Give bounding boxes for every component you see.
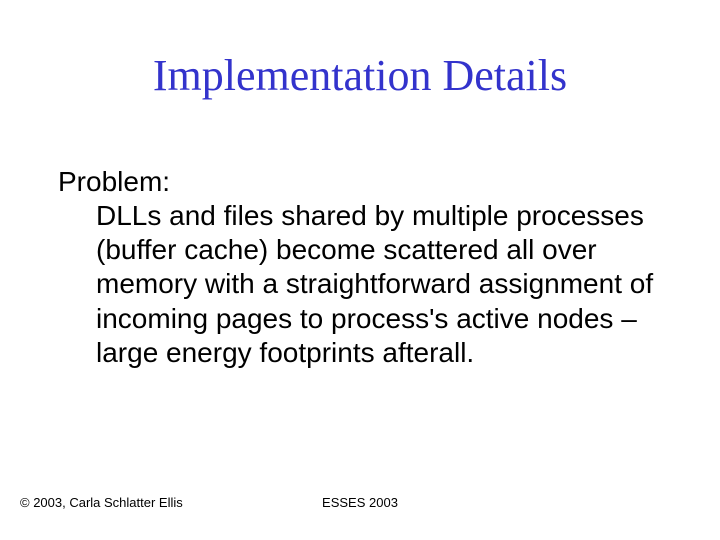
slide-body: Problem: DLLs and files shared by multip… [58, 165, 668, 370]
problem-text: DLLs and files shared by multiple proces… [58, 199, 668, 370]
problem-label: Problem: [58, 165, 668, 199]
footer-event: ESSES 2003 [0, 495, 720, 510]
slide-title: Implementation Details [0, 52, 720, 100]
slide: Implementation Details Problem: DLLs and… [0, 0, 720, 540]
